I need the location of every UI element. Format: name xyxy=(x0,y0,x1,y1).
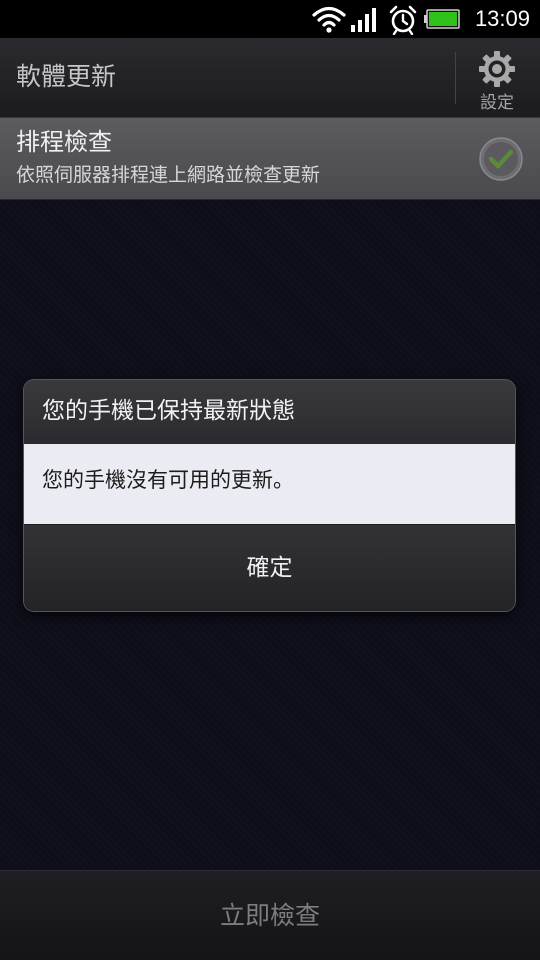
battery-icon xyxy=(424,9,460,33)
settings-button[interactable]: 設定 xyxy=(460,46,536,113)
signal-icon xyxy=(350,5,380,37)
schedule-check-subtitle: 依照伺服器排程連上網路並檢查更新 xyxy=(16,164,321,186)
check-now-button[interactable]: 立即檢查 xyxy=(0,871,540,960)
gear-icon xyxy=(478,50,516,92)
schedule-check-row[interactable]: 排程檢查 依照伺服器排程連上網路並檢查更新 xyxy=(0,118,540,200)
settings-label: 設定 xyxy=(480,93,514,113)
bottom-bar: 立即檢查 xyxy=(0,870,540,960)
dialog-title: 您的手機已保持最新狀態 xyxy=(42,398,295,424)
page-title: 軟體更新 xyxy=(16,62,117,91)
title-bar: 軟體更新 設定 xyxy=(0,38,540,118)
screen: 13:09 軟體更新 設定 排程檢查 依照伺服器排程連上網路並檢查更新 您的手機… xyxy=(0,0,540,960)
wifi-icon xyxy=(312,5,346,37)
ok-button[interactable]: 確定 xyxy=(24,525,515,611)
schedule-check-title: 排程檢查 xyxy=(16,128,112,156)
update-status-dialog: 您的手機已保持最新狀態 您的手機沒有可用的更新。 確定 xyxy=(24,380,515,611)
dialog-body: 您的手機沒有可用的更新。 xyxy=(24,444,515,524)
alarm-icon xyxy=(388,5,418,39)
status-time: 13:09 xyxy=(474,6,530,31)
title-divider xyxy=(455,52,456,104)
schedule-check-checkbox[interactable] xyxy=(478,136,524,186)
status-bar: 13:09 xyxy=(0,0,540,38)
dialog-message: 您的手機沒有可用的更新。 xyxy=(42,468,294,492)
dialog-header: 您的手機已保持最新狀態 xyxy=(24,380,515,444)
dialog-footer: 確定 xyxy=(24,524,515,611)
